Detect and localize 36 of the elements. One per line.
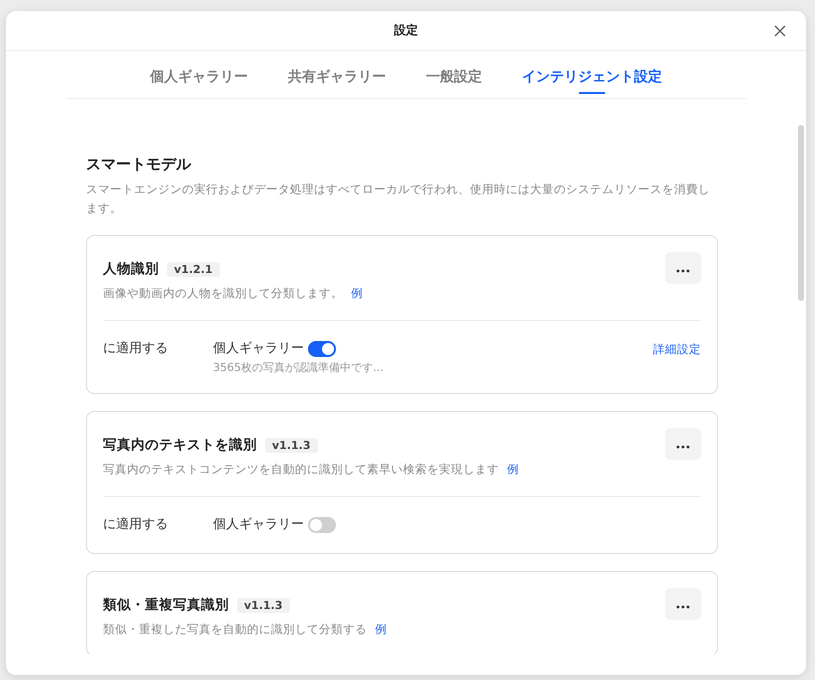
close-icon xyxy=(772,23,788,39)
target-label: 個人ギャラリー xyxy=(213,340,304,358)
more-options-button[interactable] xyxy=(665,252,701,284)
close-button[interactable] xyxy=(772,23,788,39)
more-icon xyxy=(676,605,690,609)
more-options-button[interactable] xyxy=(665,428,701,460)
advanced-settings-link[interactable]: 詳細設定 xyxy=(653,339,701,359)
status-text: 3565枚の写真が認識準備中です... xyxy=(213,360,384,375)
apply-label: に適用する xyxy=(103,340,169,358)
version-badge: v1.1.3 xyxy=(265,438,318,452)
apply-label: に適用する xyxy=(103,516,169,534)
example-link[interactable]: 例 xyxy=(507,462,519,476)
tab[interactable]: 共有ギャラリー xyxy=(288,51,386,96)
model-name: 写真内のテキストを識別 xyxy=(103,436,257,454)
scrollbar-thumb[interactable] xyxy=(798,125,804,301)
tab[interactable]: 一般設定 xyxy=(426,51,482,96)
example-link[interactable]: 例 xyxy=(375,622,387,636)
section-title: スマートモデル xyxy=(86,155,192,174)
version-badge: v1.2.1 xyxy=(167,262,220,276)
more-icon xyxy=(676,445,690,449)
section-description: スマートエンジンの実行およびデータ処理はすべてローカルで行われ、使用時には大量のシステムリソースを消費します。 xyxy=(86,181,711,217)
model-description: 類似・重複した写真を自動的に識別して分類する 例 xyxy=(103,622,388,637)
model-description: 写真内のテキストコンテンツを自動的に識別して素早い検索を実現します 例 xyxy=(103,462,520,477)
target-label: 個人ギャラリー xyxy=(213,516,304,534)
model-description: 画像や動画内の人物を識別して分類します。 例 xyxy=(103,286,364,301)
more-icon xyxy=(676,269,690,273)
dialog-title: 設定 xyxy=(394,22,418,39)
version-badge: v1.1.3 xyxy=(237,598,290,612)
toggle-switch[interactable] xyxy=(308,341,336,357)
example-link[interactable]: 例 xyxy=(351,286,363,300)
more-options-button[interactable] xyxy=(665,588,701,620)
model-name: 人物識別 xyxy=(103,260,159,278)
toggle-switch[interactable] xyxy=(308,517,336,533)
model-name: 類似・重複写真識別 xyxy=(103,596,229,614)
tab[interactable]: 個人ギャラリー xyxy=(150,51,248,96)
tab[interactable]: インテリジェント設定 xyxy=(522,51,662,96)
